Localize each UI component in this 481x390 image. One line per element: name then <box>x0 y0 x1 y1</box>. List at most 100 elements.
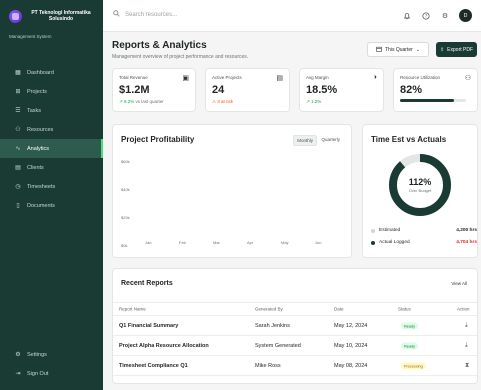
sidebar-item-label: Projects <box>27 88 47 95</box>
export-pdf-button[interactable]: ⇪ Export PDF <box>436 42 477 57</box>
export-label: Export PDF <box>447 46 474 53</box>
search-icon <box>113 10 120 19</box>
column-header: Status <box>398 306 411 312</box>
table-row[interactable]: Q1 Financial Summary Sarah Jenkins May 12,… <box>113 317 477 336</box>
sidebar-item-timesheets[interactable]: ◷ Timesheets <box>0 177 103 196</box>
chevron-down-icon: ⌄ <box>415 46 420 53</box>
sidebar-item-label: Tasks <box>27 107 42 114</box>
kpi-card-utilization: Resource Utilization ⚇ 82% <box>393 68 478 112</box>
sidebar-item-clients[interactable]: ▤ Clients <box>0 158 103 177</box>
hourglass-icon[interactable]: ⧗ <box>465 363 469 370</box>
kpi-label: Total Revenue <box>119 75 148 80</box>
sign-out-icon: ⇥ <box>15 371 21 377</box>
status-badge: Processing <box>401 362 426 370</box>
user-avatar[interactable]: D <box>459 9 472 22</box>
legend-value: 4,200 hrs <box>456 228 477 233</box>
help-icon[interactable]: ? <box>421 11 431 21</box>
x-tick-label: Apr <box>247 240 254 245</box>
sidebar-item-sign-out[interactable]: ⇥ Sign Out <box>0 364 103 383</box>
y-tick-label: $0k <box>121 243 128 248</box>
kpi-label: Active Projects <box>212 75 242 80</box>
calendar-icon <box>376 46 382 54</box>
brand: PT Teknologi Informatika Solusindo <box>9 10 96 23</box>
toggle-monthly[interactable]: Monthly <box>293 135 317 146</box>
download-icon[interactable]: ⤓ <box>465 323 468 330</box>
column-header: Generated By <box>255 306 283 312</box>
dashboard-icon: ▦ <box>15 70 21 76</box>
table-row[interactable]: Timesheet Compliance Q1 Mike Ross May 08, … <box>113 357 477 376</box>
legend-label: Estimated <box>379 228 401 233</box>
y-tick-label: $20k <box>121 215 130 220</box>
chart-title: Project Profitability <box>121 135 195 144</box>
sidebar-bottom-nav: ⚙ Settings ⇥ Sign Out <box>0 345 103 383</box>
sidebar-item-settings[interactable]: ⚙ Settings <box>0 345 103 364</box>
legend-dot <box>371 228 375 233</box>
bell-icon[interactable] <box>402 11 412 21</box>
y-tick-label: $40k <box>121 187 130 192</box>
top-bar: Search resources... ? ⚙ D <box>103 0 481 32</box>
kpi-delta: ↗ 1.2% <box>306 99 322 104</box>
report-name: Project Alpha Resource Allocation <box>119 343 209 349</box>
sidebar: PT Teknologi Informatika Solusindo Manag… <box>0 0 103 390</box>
money-icon: ▣ <box>182 75 189 82</box>
utilization-bar-fill <box>400 99 455 102</box>
sidebar-item-label: Documents <box>27 202 55 209</box>
kpi-note: ⚠ 3 at risk <box>212 99 234 104</box>
download-icon[interactable]: ⤓ <box>465 343 468 350</box>
time-est-card: Time Est vs Actuals 112% Over Budget Est… <box>362 124 478 258</box>
toggle-quarterly[interactable]: Quarterly <box>318 135 343 144</box>
kpi-label: Resource Utilization <box>400 75 441 80</box>
sidebar-item-documents[interactable]: ▯ Documents <box>0 196 103 215</box>
clock-icon: ◷ <box>15 184 21 190</box>
report-author: Mike Ross <box>255 363 281 369</box>
donut-title: Time Est vs Actuals <box>371 135 447 144</box>
sidebar-item-label: Dashboard <box>27 69 54 76</box>
sidebar-item-projects[interactable]: ⊞ Projects <box>0 82 103 101</box>
donut-percent-label: Over Budget <box>408 188 432 193</box>
kpi-label: Avg Margin <box>306 75 329 80</box>
legend-label: Actual Logged <box>379 240 410 245</box>
company-name: PT Teknologi Informatika Solusindo <box>31 10 91 22</box>
projects-icon: ⊞ <box>15 89 21 95</box>
sidebar-item-resources[interactable]: ⚇ Resources <box>0 120 103 139</box>
pie-icon: ◑ <box>372 74 377 81</box>
report-name: Q1 Financial Summary <box>119 323 179 329</box>
export-icon: ⇪ <box>439 46 445 53</box>
sidebar-item-tasks[interactable]: ☰ Tasks <box>0 101 103 120</box>
x-tick-label: Jun <box>315 240 322 245</box>
sidebar-item-label: Clients <box>27 164 44 171</box>
table-row[interactable]: Project Alpha Resource Allocation System … <box>113 337 477 356</box>
clipboard-icon: ▤ <box>276 75 283 82</box>
status-badge: Ready <box>401 342 418 350</box>
company-subtitle: Management System <box>9 34 52 39</box>
kpi-card-avg-margin: Avg Margin ◑ 18.5% ↗ 1.2% <box>299 68 384 112</box>
search-input[interactable]: Search resources... <box>125 12 177 18</box>
x-tick-label: May <box>281 240 289 245</box>
view-all-link[interactable]: View All <box>451 281 467 286</box>
sidebar-item-label: Resources <box>27 126 54 133</box>
kpi-delta: ↗ 8.2% <box>119 99 135 104</box>
profitability-card: Project Profitability Monthly Quarterly … <box>112 124 352 258</box>
report-date: May 10, 2024 <box>334 343 368 349</box>
kpi-note: vs last quarter <box>135 99 164 104</box>
kpi-value: 82% <box>400 84 423 96</box>
tasks-icon: ☰ <box>15 108 21 114</box>
gear-icon[interactable]: ⚙ <box>440 11 450 21</box>
sidebar-item-label: Analytics <box>27 145 50 152</box>
column-header: Action <box>457 306 470 312</box>
utilization-bar <box>400 99 466 102</box>
kpi-card-revenue: Total Revenue ▣ $1.2M ↗ 8.2% vs last qua… <box>112 68 196 112</box>
company-logo <box>9 10 22 23</box>
period-select-button[interactable]: This Quarter ⌄ <box>367 42 429 57</box>
sidebar-item-dashboard[interactable]: ▦ Dashboard <box>0 63 103 82</box>
sidebar-item-analytics[interactable]: ∿ Analytics <box>0 139 103 158</box>
building-icon: ▤ <box>15 165 21 171</box>
report-author: System Generated <box>255 343 301 349</box>
team-icon: ⚇ <box>464 75 471 82</box>
x-tick-label: Feb <box>179 240 186 245</box>
search-bar[interactable]: Search resources... <box>113 10 177 19</box>
sidebar-item-label: Timesheets <box>27 183 56 190</box>
page-subtitle: Management overview of project performan… <box>112 54 249 60</box>
sidebar-item-label: Settings <box>27 351 47 358</box>
report-name: Timesheet Compliance Q1 <box>119 363 188 369</box>
